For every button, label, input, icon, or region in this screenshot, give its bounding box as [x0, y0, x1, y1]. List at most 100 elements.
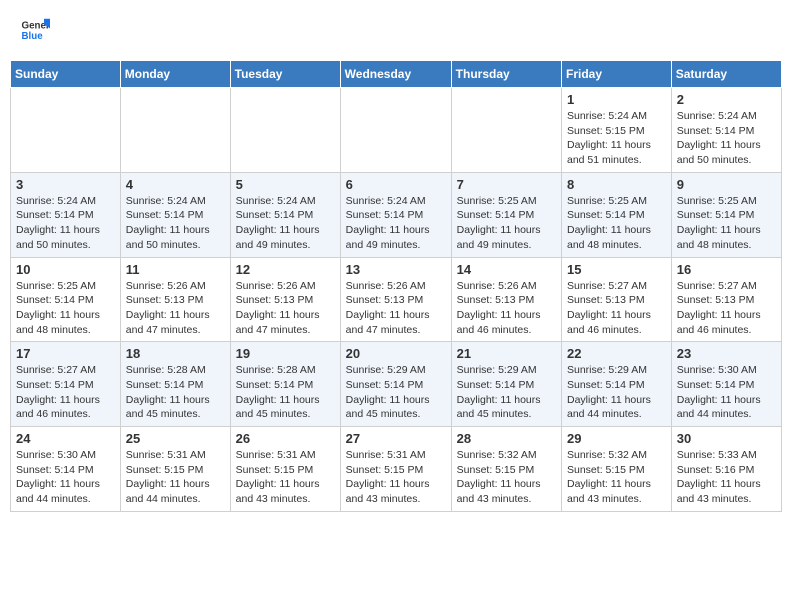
day-number: 25 — [126, 431, 225, 446]
day-info: Sunrise: 5:32 AM Sunset: 5:15 PM Dayligh… — [457, 448, 556, 507]
calendar-cell: 9 Sunrise: 5:25 AM Sunset: 5:14 PM Daylig… — [671, 172, 781, 257]
header-tuesday: Tuesday — [230, 61, 340, 88]
day-info: Sunrise: 5:25 AM Sunset: 5:14 PM Dayligh… — [457, 194, 556, 253]
day-number: 9 — [677, 177, 776, 192]
day-number: 22 — [567, 346, 666, 361]
day-number: 26 — [236, 431, 335, 446]
day-info: Sunrise: 5:27 AM Sunset: 5:14 PM Dayligh… — [16, 363, 115, 422]
day-info: Sunrise: 5:24 AM Sunset: 5:14 PM Dayligh… — [16, 194, 115, 253]
calendar-cell — [120, 88, 230, 173]
calendar-cell: 12Sunrise: 5:26 AM Sunset: 5:13 PM Dayli… — [230, 257, 340, 342]
day-info: Sunrise: 5:32 AM Sunset: 5:15 PM Dayligh… — [567, 448, 666, 507]
header-thursday: Thursday — [451, 61, 561, 88]
calendar-cell: 7 Sunrise: 5:25 AM Sunset: 5:14 PM Daylig… — [451, 172, 561, 257]
header-friday: Friday — [562, 61, 672, 88]
day-number: 29 — [567, 431, 666, 446]
calendar-table: SundayMondayTuesdayWednesdayThursdayFrid… — [10, 60, 782, 512]
day-info: Sunrise: 5:29 AM Sunset: 5:14 PM Dayligh… — [567, 363, 666, 422]
day-info: Sunrise: 5:28 AM Sunset: 5:14 PM Dayligh… — [126, 363, 225, 422]
day-info: Sunrise: 5:24 AM Sunset: 5:14 PM Dayligh… — [677, 109, 776, 168]
calendar-cell: 19 Sunrise: 5:28 AM Sunset: 5:14 PM Dayli… — [230, 342, 340, 427]
day-number: 27 — [346, 431, 446, 446]
day-info: Sunrise: 5:25 AM Sunset: 5:14 PM Dayligh… — [567, 194, 666, 253]
day-info: Sunrise: 5:30 AM Sunset: 5:14 PM Dayligh… — [677, 363, 776, 422]
calendar-cell — [451, 88, 561, 173]
day-info: Sunrise: 5:31 AM Sunset: 5:15 PM Dayligh… — [346, 448, 446, 507]
day-number: 18 — [126, 346, 225, 361]
day-number: 23 — [677, 346, 776, 361]
day-number: 15 — [567, 262, 666, 277]
day-number: 21 — [457, 346, 556, 361]
day-number: 14 — [457, 262, 556, 277]
calendar-cell: 15Sunrise: 5:27 AM Sunset: 5:13 PM Dayli… — [562, 257, 672, 342]
calendar-cell: 1Sunrise: 5:24 AM Sunset: 5:15 PM Daylig… — [562, 88, 672, 173]
day-info: Sunrise: 5:26 AM Sunset: 5:13 PM Dayligh… — [346, 279, 446, 338]
calendar-cell: 17 Sunrise: 5:27 AM Sunset: 5:14 PM Dayli… — [11, 342, 121, 427]
calendar-cell — [230, 88, 340, 173]
day-info: Sunrise: 5:26 AM Sunset: 5:13 PM Dayligh… — [457, 279, 556, 338]
page-header: General Blue — [10, 10, 782, 50]
calendar-cell: 2 Sunrise: 5:24 AM Sunset: 5:14 PM Daylig… — [671, 88, 781, 173]
day-info: Sunrise: 5:28 AM Sunset: 5:14 PM Dayligh… — [236, 363, 335, 422]
day-info: Sunrise: 5:29 AM Sunset: 5:14 PM Dayligh… — [346, 363, 446, 422]
logo-icon: General Blue — [20, 15, 50, 45]
day-info: Sunrise: 5:31 AM Sunset: 5:15 PM Dayligh… — [126, 448, 225, 507]
day-info: Sunrise: 5:24 AM Sunset: 5:14 PM Dayligh… — [346, 194, 446, 253]
header-sunday: Sunday — [11, 61, 121, 88]
calendar-cell: 16 Sunrise: 5:27 AM Sunset: 5:13 PM Dayli… — [671, 257, 781, 342]
calendar-header-row: SundayMondayTuesdayWednesdayThursdayFrid… — [11, 61, 782, 88]
header-monday: Monday — [120, 61, 230, 88]
day-number: 2 — [677, 92, 776, 107]
calendar-cell: 11 Sunrise: 5:26 AM Sunset: 5:13 PM Dayli… — [120, 257, 230, 342]
calendar-cell: 25 Sunrise: 5:31 AM Sunset: 5:15 PM Dayli… — [120, 427, 230, 512]
day-number: 13 — [346, 262, 446, 277]
calendar-week-1: 1Sunrise: 5:24 AM Sunset: 5:15 PM Daylig… — [11, 88, 782, 173]
day-info: Sunrise: 5:26 AM Sunset: 5:13 PM Dayligh… — [126, 279, 225, 338]
day-number: 11 — [126, 262, 225, 277]
day-number: 19 — [236, 346, 335, 361]
calendar-cell: 10 Sunrise: 5:25 AM Sunset: 5:14 PM Dayli… — [11, 257, 121, 342]
day-number: 24 — [16, 431, 115, 446]
day-number: 16 — [677, 262, 776, 277]
day-number: 17 — [16, 346, 115, 361]
logo: General Blue — [20, 15, 54, 45]
day-number: 4 — [126, 177, 225, 192]
day-number: 20 — [346, 346, 446, 361]
header-wednesday: Wednesday — [340, 61, 451, 88]
day-info: Sunrise: 5:27 AM Sunset: 5:13 PM Dayligh… — [677, 279, 776, 338]
calendar-cell: 22 Sunrise: 5:29 AM Sunset: 5:14 PM Dayli… — [562, 342, 672, 427]
day-number: 10 — [16, 262, 115, 277]
calendar-cell: 28Sunrise: 5:32 AM Sunset: 5:15 PM Dayli… — [451, 427, 561, 512]
calendar-cell: 29 Sunrise: 5:32 AM Sunset: 5:15 PM Dayli… — [562, 427, 672, 512]
day-info: Sunrise: 5:31 AM Sunset: 5:15 PM Dayligh… — [236, 448, 335, 507]
day-number: 30 — [677, 431, 776, 446]
calendar-cell — [340, 88, 451, 173]
day-number: 3 — [16, 177, 115, 192]
calendar-week-2: 3 Sunrise: 5:24 AM Sunset: 5:14 PM Daylig… — [11, 172, 782, 257]
calendar-cell: 13 Sunrise: 5:26 AM Sunset: 5:13 PM Dayli… — [340, 257, 451, 342]
calendar-cell: 20 Sunrise: 5:29 AM Sunset: 5:14 PM Dayli… — [340, 342, 451, 427]
calendar-week-4: 17 Sunrise: 5:27 AM Sunset: 5:14 PM Dayli… — [11, 342, 782, 427]
day-info: Sunrise: 5:33 AM Sunset: 5:16 PM Dayligh… — [677, 448, 776, 507]
day-info: Sunrise: 5:24 AM Sunset: 5:14 PM Dayligh… — [126, 194, 225, 253]
day-number: 5 — [236, 177, 335, 192]
day-info: Sunrise: 5:24 AM Sunset: 5:14 PM Dayligh… — [236, 194, 335, 253]
calendar-cell: 14 Sunrise: 5:26 AM Sunset: 5:13 PM Dayli… — [451, 257, 561, 342]
day-info: Sunrise: 5:30 AM Sunset: 5:14 PM Dayligh… — [16, 448, 115, 507]
calendar-cell: 4 Sunrise: 5:24 AM Sunset: 5:14 PM Daylig… — [120, 172, 230, 257]
day-info: Sunrise: 5:29 AM Sunset: 5:14 PM Dayligh… — [457, 363, 556, 422]
calendar-cell: 5 Sunrise: 5:24 AM Sunset: 5:14 PM Daylig… — [230, 172, 340, 257]
day-info: Sunrise: 5:26 AM Sunset: 5:13 PM Dayligh… — [236, 279, 335, 338]
day-info: Sunrise: 5:25 AM Sunset: 5:14 PM Dayligh… — [677, 194, 776, 253]
svg-text:Blue: Blue — [22, 31, 44, 42]
day-info: Sunrise: 5:25 AM Sunset: 5:14 PM Dayligh… — [16, 279, 115, 338]
day-number: 7 — [457, 177, 556, 192]
calendar-cell: 23 Sunrise: 5:30 AM Sunset: 5:14 PM Dayli… — [671, 342, 781, 427]
day-number: 1 — [567, 92, 666, 107]
calendar-cell: 8 Sunrise: 5:25 AM Sunset: 5:14 PM Daylig… — [562, 172, 672, 257]
calendar-cell: 27 Sunrise: 5:31 AM Sunset: 5:15 PM Dayli… — [340, 427, 451, 512]
day-number: 6 — [346, 177, 446, 192]
day-number: 8 — [567, 177, 666, 192]
calendar-cell: 18 Sunrise: 5:28 AM Sunset: 5:14 PM Dayli… — [120, 342, 230, 427]
calendar-cell: 3 Sunrise: 5:24 AM Sunset: 5:14 PM Daylig… — [11, 172, 121, 257]
